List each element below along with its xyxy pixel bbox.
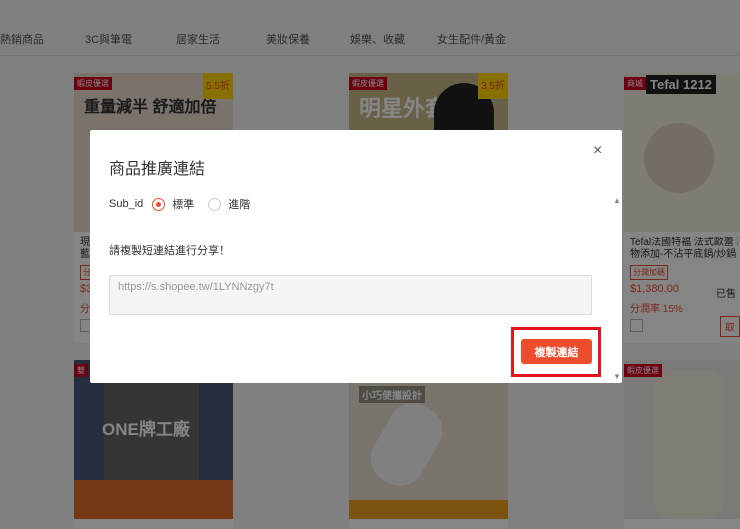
promotion-link-dialog: 商品推廣連結 × Sub_id 標準 進階 請複製短連結進行分享！ https:… (90, 130, 622, 383)
short-link-field[interactable]: https://s.shopee.tw/1LYNNzgy7t (109, 275, 592, 315)
radio-advanced-label[interactable]: 進階 (228, 196, 250, 212)
close-icon[interactable]: × (593, 142, 602, 160)
radio-advanced[interactable] (208, 197, 222, 211)
copy-link-button[interactable]: 複製連結 (521, 339, 592, 364)
scroll-down-icon[interactable]: ▼ (613, 372, 621, 381)
dialog-title: 商品推廣連結 (109, 161, 206, 178)
subid-label: Sub_id (109, 198, 144, 210)
radio-standard-label[interactable]: 標準 (172, 196, 194, 212)
subid-row: Sub_id 標準 進階 (109, 196, 250, 212)
scroll-up-icon[interactable]: ▲ (613, 196, 621, 205)
radio-standard[interactable] (152, 197, 166, 211)
share-hint: 請複製短連結進行分享！ (109, 245, 230, 257)
